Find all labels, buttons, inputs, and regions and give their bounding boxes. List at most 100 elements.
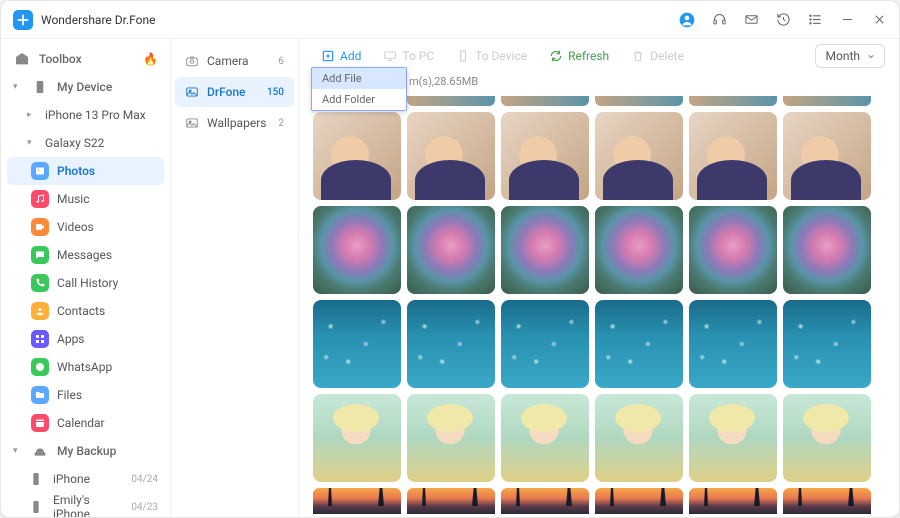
album-list: Camera 6 DrFone 150 Wallpapers 2	[171, 39, 299, 517]
thumb[interactable]	[313, 394, 401, 482]
delete-icon	[631, 49, 645, 63]
refresh-button[interactable]: Refresh	[541, 45, 617, 67]
thumb[interactable]	[407, 96, 495, 106]
thumb[interactable]	[595, 96, 683, 106]
titlebar: Wondershare Dr.Fone	[1, 1, 899, 39]
thumb[interactable]	[689, 206, 777, 294]
chevron-down-icon: ▾	[27, 138, 37, 148]
backup-icon	[31, 442, 49, 460]
album-drfone[interactable]: DrFone 150	[175, 77, 294, 107]
thumb[interactable]	[501, 300, 589, 388]
account-icon[interactable]	[679, 12, 695, 28]
sidebar-category-videos[interactable]: Videos	[1, 213, 170, 241]
thumb[interactable]	[501, 112, 589, 200]
sidebar-category-files[interactable]: Files	[1, 381, 170, 409]
thumb[interactable]	[407, 300, 495, 388]
whatsapp-icon	[31, 358, 49, 376]
image-icon	[185, 85, 199, 99]
camera-icon	[185, 54, 199, 68]
add-button[interactable]: Add	[313, 45, 369, 67]
sidebar-category-music[interactable]: Music	[1, 185, 170, 213]
thumb[interactable]	[689, 394, 777, 482]
app-logo	[13, 10, 33, 30]
sidebar-category-apps[interactable]: Apps	[1, 325, 170, 353]
thumb[interactable]	[595, 300, 683, 388]
sidebar-my-device[interactable]: ▾ My Device	[1, 73, 170, 101]
thumb[interactable]	[689, 96, 777, 106]
sidebar-device-galaxys22[interactable]: ▾ Galaxy S22	[1, 129, 170, 157]
apps-icon	[31, 330, 49, 348]
minimize-icon[interactable]	[839, 12, 855, 28]
thumb[interactable]	[501, 206, 589, 294]
thumb[interactable]	[407, 488, 495, 514]
sidebar-backup-emily[interactable]: Emily's iPhone 04/23	[1, 493, 170, 517]
thumb[interactable]	[407, 206, 495, 294]
thumb[interactable]	[501, 488, 589, 514]
sidebar-device-iphone13[interactable]: ▸ iPhone 13 Pro Max	[1, 101, 170, 129]
thumb[interactable]	[313, 112, 401, 200]
add-menu: Add File Add Folder	[311, 67, 407, 111]
thumb[interactable]	[783, 300, 871, 388]
thumb[interactable]	[313, 488, 401, 514]
list-icon[interactable]	[807, 12, 823, 28]
thumb[interactable]	[689, 112, 777, 200]
thumb[interactable]	[783, 96, 871, 106]
sidebar-toolbox[interactable]: Toolbox 🔥	[1, 45, 170, 73]
menu-add-file[interactable]: Add File	[312, 68, 406, 89]
thumb[interactable]	[407, 394, 495, 482]
thumb[interactable]	[783, 112, 871, 200]
fire-icon: 🔥	[143, 52, 158, 66]
photo-grid[interactable]	[299, 96, 899, 517]
sidebar-my-backup[interactable]: ▾ My Backup	[1, 437, 170, 465]
body: Toolbox 🔥 ▾ My Device ▸ iPhone 13 Pro Ma…	[1, 39, 899, 517]
album-camera[interactable]: Camera 6	[175, 46, 294, 76]
chevron-right-icon: ▸	[27, 110, 37, 120]
to-device-button[interactable]: To Device	[448, 45, 535, 67]
delete-button[interactable]: Delete	[623, 45, 692, 67]
pc-icon	[383, 49, 397, 63]
app-window: Wondershare Dr.Fone Toolbox 🔥 ▾ My Devic…	[0, 0, 900, 518]
thumb[interactable]	[595, 112, 683, 200]
music-icon	[31, 190, 49, 208]
add-icon	[321, 49, 335, 63]
to-pc-button[interactable]: To PC	[375, 45, 442, 67]
thumb[interactable]	[313, 300, 401, 388]
sidebar: Toolbox 🔥 ▾ My Device ▸ iPhone 13 Pro Ma…	[1, 39, 171, 517]
device-icon	[456, 49, 470, 63]
sidebar-category-contacts[interactable]: Contacts	[1, 297, 170, 325]
messages-icon	[31, 246, 49, 264]
thumb[interactable]	[313, 206, 401, 294]
calendar-icon	[31, 414, 49, 432]
thumb[interactable]	[595, 206, 683, 294]
menu-add-folder[interactable]: Add Folder	[312, 89, 406, 110]
thumb[interactable]	[689, 300, 777, 388]
main-panel: Add To PC To Device Refresh Delete	[299, 39, 899, 517]
chevron-down-icon: ▾	[13, 82, 23, 92]
sidebar-backup-iphone[interactable]: iPhone 04/24	[1, 465, 170, 493]
thumb[interactable]	[501, 96, 589, 106]
history-icon[interactable]	[775, 12, 791, 28]
thumb[interactable]	[783, 206, 871, 294]
sidebar-category-whatsapp[interactable]: WhatsApp	[1, 353, 170, 381]
album-wallpapers[interactable]: Wallpapers 2	[175, 108, 294, 138]
toolbox-icon	[13, 50, 31, 68]
thumb[interactable]	[689, 488, 777, 514]
files-icon	[31, 386, 49, 404]
close-icon[interactable]	[871, 12, 887, 28]
thumb[interactable]	[595, 394, 683, 482]
headset-icon[interactable]	[711, 12, 727, 28]
thumb[interactable]	[595, 488, 683, 514]
mail-icon[interactable]	[743, 12, 759, 28]
phone-icon	[27, 470, 45, 488]
thumb[interactable]	[783, 394, 871, 482]
filter-select[interactable]: Month	[815, 44, 885, 68]
sidebar-category-messages[interactable]: Messages	[1, 241, 170, 269]
sidebar-category-calendar[interactable]: Calendar	[1, 409, 170, 437]
thumb[interactable]	[501, 394, 589, 482]
sidebar-category-callhistory[interactable]: Call History	[1, 269, 170, 297]
sidebar-category-photos[interactable]: Photos	[7, 157, 164, 185]
phone-icon	[27, 498, 45, 516]
titlebar-actions	[679, 12, 887, 28]
thumb[interactable]	[783, 488, 871, 514]
thumb[interactable]	[407, 112, 495, 200]
